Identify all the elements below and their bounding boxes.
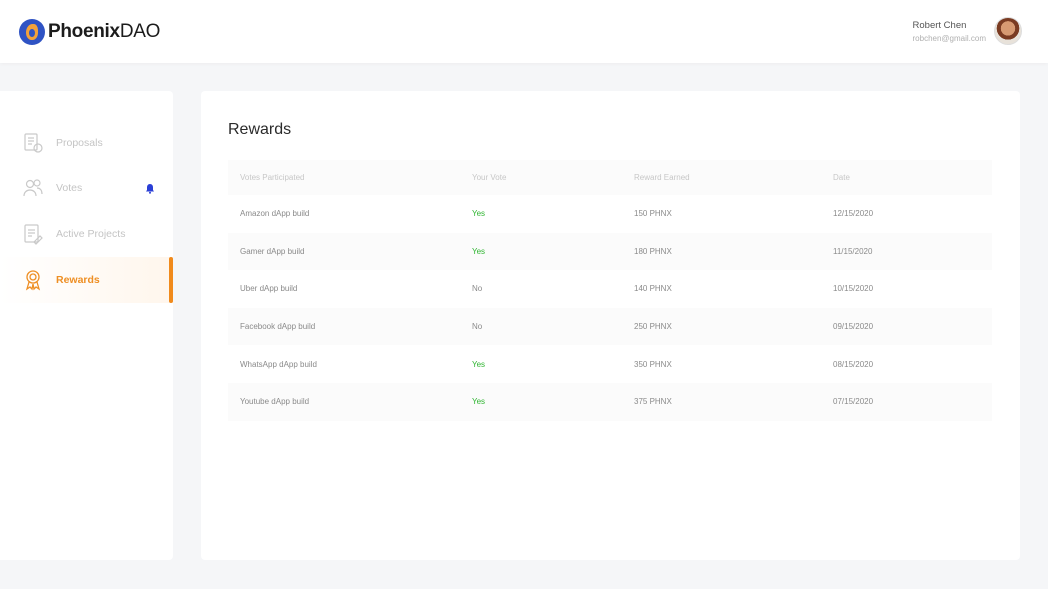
column-header[interactable]: Date bbox=[833, 173, 850, 182]
table-row[interactable]: Facebook dApp build No 250 PHNX 09/15/20… bbox=[228, 307, 992, 346]
table-row[interactable]: Uber dApp build No 140 PHNX 10/15/2020 bbox=[228, 270, 992, 308]
your-vote: Yes bbox=[472, 359, 486, 369]
top-bar: PhoenixDAO Robert Chen robchen@gmail.com bbox=[0, 0, 1048, 63]
vote-name: Gamer dApp build bbox=[240, 246, 305, 256]
sidebar-item-proposals[interactable]: Proposals bbox=[0, 120, 173, 166]
rewards-panel: Rewards Votes Participated Your Vote Rew… bbox=[201, 91, 1020, 560]
table-row[interactable]: Amazon dApp build Yes 150 PHNX 12/15/202… bbox=[228, 195, 992, 233]
table-header: Votes Participated Your Vote Reward Earn… bbox=[228, 160, 992, 195]
vote-name: WhatsApp dApp build bbox=[240, 359, 317, 369]
proposals-icon bbox=[22, 132, 44, 154]
column-header[interactable]: Your Vote bbox=[472, 173, 506, 182]
reward-date: 08/15/2020 bbox=[833, 359, 874, 369]
table-row[interactable]: Youtube dApp build Yes 375 PHNX 07/15/20… bbox=[228, 382, 992, 421]
your-vote: No bbox=[472, 284, 483, 294]
page-title: Rewards bbox=[228, 121, 292, 138]
user-name: Robert Chen bbox=[912, 19, 967, 31]
user-menu[interactable]: Robert Chen robchen@gmail.com bbox=[913, 17, 1022, 45]
sidebar: Proposals Votes Active Projects Rewards bbox=[0, 91, 173, 560]
your-vote: No bbox=[472, 322, 483, 332]
active-projects-icon bbox=[22, 223, 44, 245]
votes-icon bbox=[22, 177, 44, 199]
reward-date: 09/15/2020 bbox=[833, 322, 874, 332]
vote-name: Youtube dApp build bbox=[240, 397, 310, 407]
reward-earned: 375 PHNX bbox=[634, 397, 672, 407]
table-row[interactable]: WhatsApp dApp build Yes 350 PHNX 08/15/2… bbox=[228, 345, 992, 383]
sidebar-item-active-projects[interactable]: Active Projects bbox=[0, 211, 173, 257]
user-info: Robert Chen robchen@gmail.com bbox=[913, 20, 986, 43]
reward-earned: 150 PHNX bbox=[634, 209, 672, 219]
reward-earned: 180 PHNX bbox=[634, 246, 672, 256]
reward-date: 07/15/2020 bbox=[833, 397, 874, 407]
your-vote: Yes bbox=[472, 397, 486, 407]
logo-text: PhoenixDAO bbox=[48, 21, 161, 42]
column-header[interactable]: Reward Earned bbox=[634, 173, 690, 182]
vote-name: Uber dApp build bbox=[240, 284, 298, 294]
column-header[interactable]: Votes Participated bbox=[240, 173, 304, 182]
sidebar-item-rewards[interactable]: Rewards bbox=[0, 257, 173, 303]
sidebar-item-label: Rewards bbox=[56, 274, 100, 286]
bell-icon[interactable] bbox=[145, 181, 155, 199]
user-email: robchen@gmail.com bbox=[912, 33, 986, 43]
sidebar-item-label: Votes bbox=[56, 182, 83, 194]
reward-date: 11/15/2020 bbox=[833, 246, 873, 256]
reward-date: 12/15/2020 bbox=[833, 209, 874, 219]
rewards-table: Votes Participated Your Vote Reward Earn… bbox=[228, 160, 992, 421]
phoenix-logo-icon bbox=[19, 19, 45, 45]
vote-name: Amazon dApp build bbox=[240, 209, 310, 219]
rewards-icon bbox=[22, 269, 44, 291]
reward-date: 10/15/2020 bbox=[833, 284, 874, 294]
sidebar-item-label: Proposals bbox=[56, 137, 103, 149]
reward-earned: 140 PHNX bbox=[634, 284, 672, 294]
your-vote: Yes bbox=[472, 209, 486, 219]
reward-earned: 250 PHNX bbox=[634, 322, 672, 332]
vote-name: Facebook dApp build bbox=[240, 322, 316, 332]
sidebar-item-votes[interactable]: Votes bbox=[0, 165, 173, 211]
avatar[interactable] bbox=[994, 17, 1022, 45]
reward-earned: 350 PHNX bbox=[634, 359, 672, 369]
sidebar-item-label: Active Projects bbox=[56, 228, 126, 240]
your-vote: Yes bbox=[472, 246, 486, 256]
table-row[interactable]: Gamer dApp build Yes 180 PHNX 11/15/2020 bbox=[228, 232, 992, 271]
logo[interactable]: PhoenixDAO bbox=[19, 19, 160, 45]
